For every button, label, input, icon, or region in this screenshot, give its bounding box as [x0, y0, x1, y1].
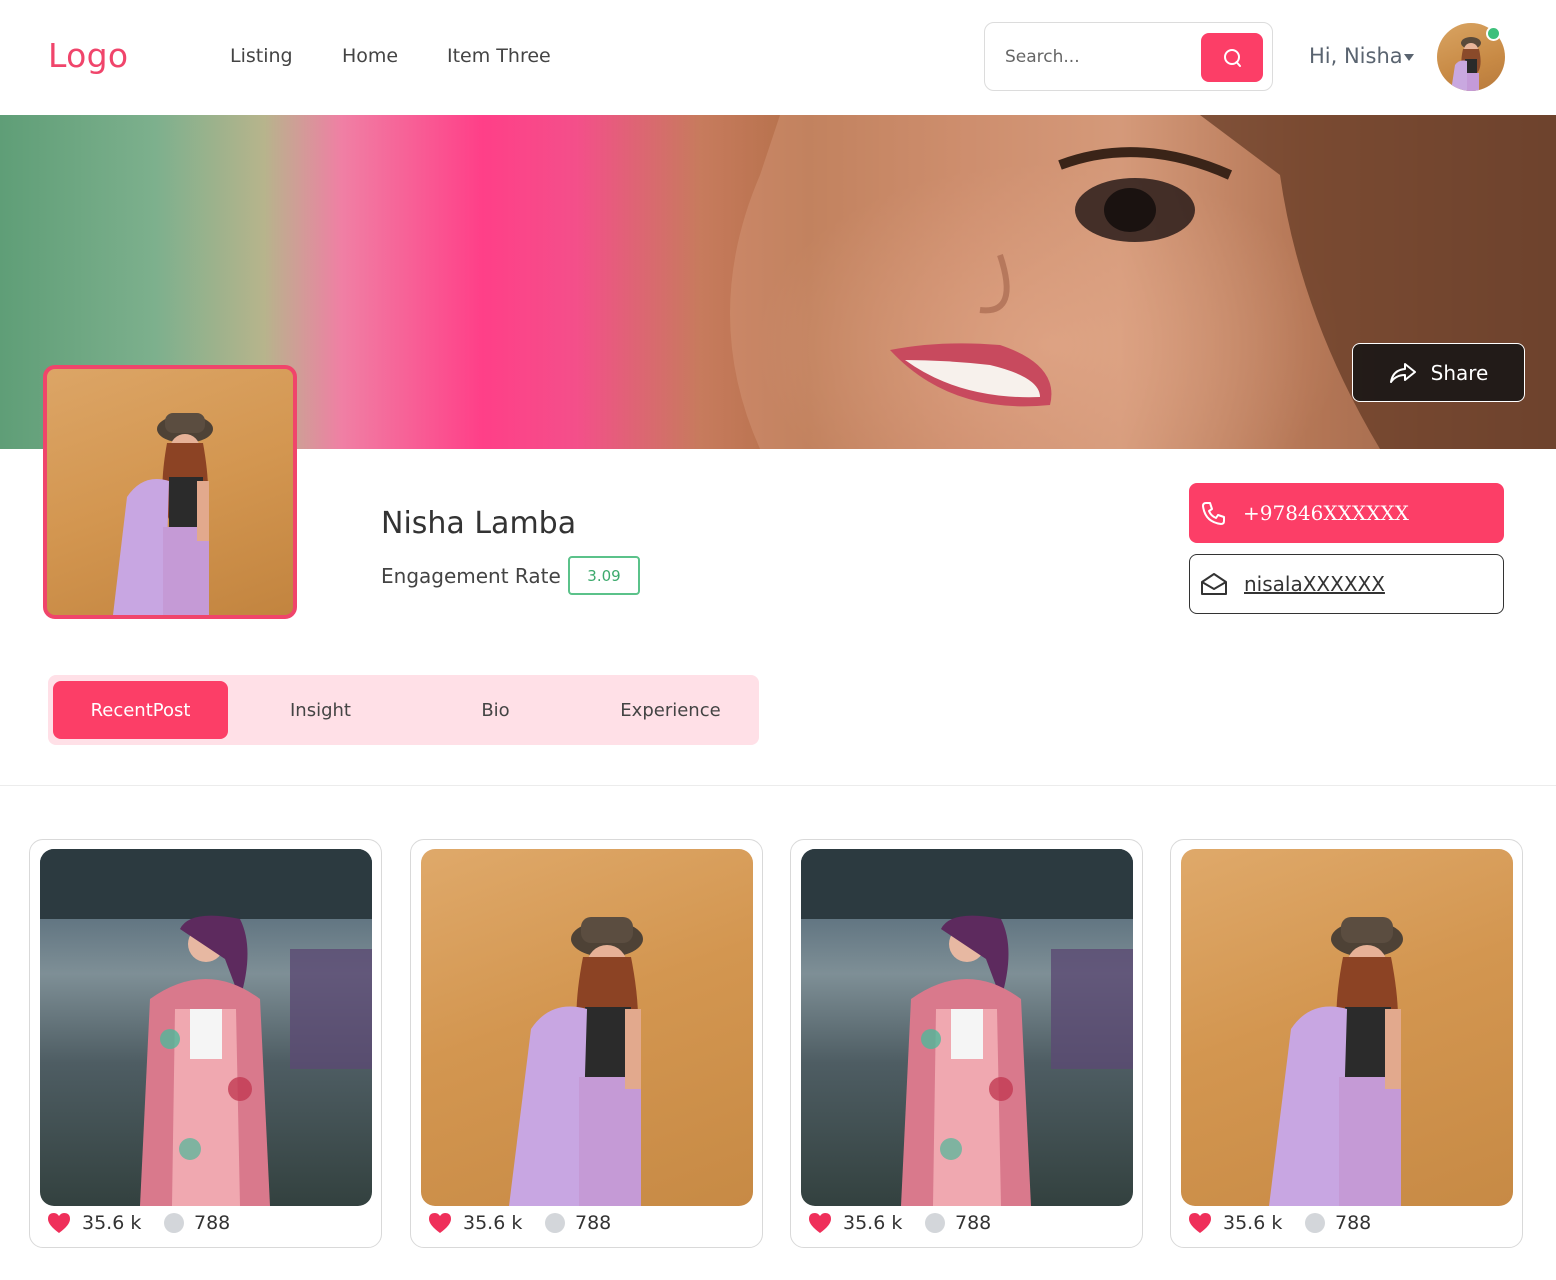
- comment-count: 788: [1335, 1212, 1372, 1234]
- comment-count: 788: [955, 1212, 992, 1234]
- comment-stat[interactable]: 788: [925, 1212, 991, 1234]
- studio-figure: [509, 917, 643, 1206]
- like-stat[interactable]: 35.6 k: [427, 1212, 522, 1234]
- post-card[interactable]: 35.6 k 788: [1170, 839, 1523, 1248]
- user-greeting[interactable]: Hi, Nisha: [1309, 44, 1403, 68]
- heart-icon: [48, 1213, 70, 1233]
- search-box: [984, 22, 1273, 91]
- street-figure: [40, 849, 372, 1206]
- tab-insight[interactable]: Insight: [233, 681, 408, 739]
- phone-number: +97846XXXXXX: [1243, 501, 1409, 525]
- share-icon: [1389, 362, 1416, 383]
- post-image[interactable]: [40, 849, 372, 1206]
- heart-icon: [809, 1213, 831, 1233]
- profile-figure: [113, 413, 213, 615]
- studio-figure: [1269, 917, 1403, 1206]
- post-stats: 35.6 k 788: [46, 1212, 366, 1242]
- post-stats: 35.6 k 788: [807, 1212, 1127, 1242]
- engagement-rate-badge: 3.09: [568, 556, 640, 595]
- profile-tabs: RecentPost Insight Bio Experience: [48, 675, 759, 745]
- post-card[interactable]: 35.6 k 788: [29, 839, 382, 1248]
- top-header: Logo Listing Home Item Three Hi, Nisha: [0, 0, 1556, 115]
- share-button[interactable]: Share: [1352, 343, 1525, 402]
- post-image[interactable]: [801, 849, 1133, 1206]
- heart-icon: [1189, 1213, 1211, 1233]
- online-status-dot: [1486, 26, 1501, 41]
- search-input[interactable]: [1005, 45, 1175, 69]
- comment-dot-icon: [925, 1213, 945, 1233]
- phone-button[interactable]: +97846XXXXXX: [1189, 483, 1504, 543]
- section-divider: [0, 785, 1556, 786]
- like-stat[interactable]: 35.6 k: [1187, 1212, 1282, 1234]
- post-card[interactable]: 35.6 k 788: [790, 839, 1143, 1248]
- comment-stat[interactable]: 788: [164, 1212, 230, 1234]
- comment-stat[interactable]: 788: [1305, 1212, 1371, 1234]
- comment-dot-icon: [545, 1213, 565, 1233]
- like-count: 35.6 k: [843, 1212, 903, 1234]
- profile-name: Nisha Lamba: [381, 506, 577, 541]
- nav-link-home[interactable]: Home: [342, 45, 398, 67]
- tab-experience[interactable]: Experience: [583, 681, 758, 739]
- post-card[interactable]: 35.6 k 788: [410, 839, 763, 1248]
- comment-count: 788: [575, 1212, 612, 1234]
- search-icon: [1224, 48, 1241, 67]
- comment-stat[interactable]: 788: [545, 1212, 611, 1234]
- engagement-rate-label: Engagement Rate: [381, 564, 561, 588]
- like-stat[interactable]: 35.6 k: [46, 1212, 141, 1234]
- nav-link-item-three[interactable]: Item Three: [447, 45, 551, 67]
- like-count: 35.6 k: [82, 1212, 142, 1234]
- phone-icon: [1202, 502, 1225, 525]
- logo[interactable]: Logo: [48, 36, 128, 75]
- post-image[interactable]: [1181, 849, 1513, 1206]
- like-count: 35.6 k: [1223, 1212, 1283, 1234]
- email-address: nisalaXXXXXX: [1244, 572, 1385, 596]
- profile-photo: [43, 365, 297, 619]
- comment-count: 788: [194, 1212, 231, 1234]
- comment-dot-icon: [164, 1213, 184, 1233]
- post-stats: 35.6 k 788: [427, 1212, 747, 1242]
- like-count: 35.6 k: [463, 1212, 523, 1234]
- search-button[interactable]: [1201, 33, 1263, 82]
- nav-link-listing[interactable]: Listing: [230, 45, 293, 67]
- heart-icon: [429, 1213, 451, 1233]
- share-label: Share: [1430, 360, 1489, 385]
- post-image[interactable]: [421, 849, 753, 1206]
- street-figure: [801, 849, 1133, 1206]
- like-stat[interactable]: 35.6 k: [807, 1212, 902, 1234]
- chevron-down-icon[interactable]: [1404, 54, 1414, 61]
- comment-dot-icon: [1305, 1213, 1325, 1233]
- mail-icon: [1201, 573, 1227, 595]
- post-stats: 35.6 k 788: [1187, 1212, 1507, 1242]
- tab-bio[interactable]: Bio: [408, 681, 583, 739]
- email-button[interactable]: nisalaXXXXXX: [1189, 554, 1504, 614]
- tab-recentpost[interactable]: RecentPost: [53, 681, 228, 739]
